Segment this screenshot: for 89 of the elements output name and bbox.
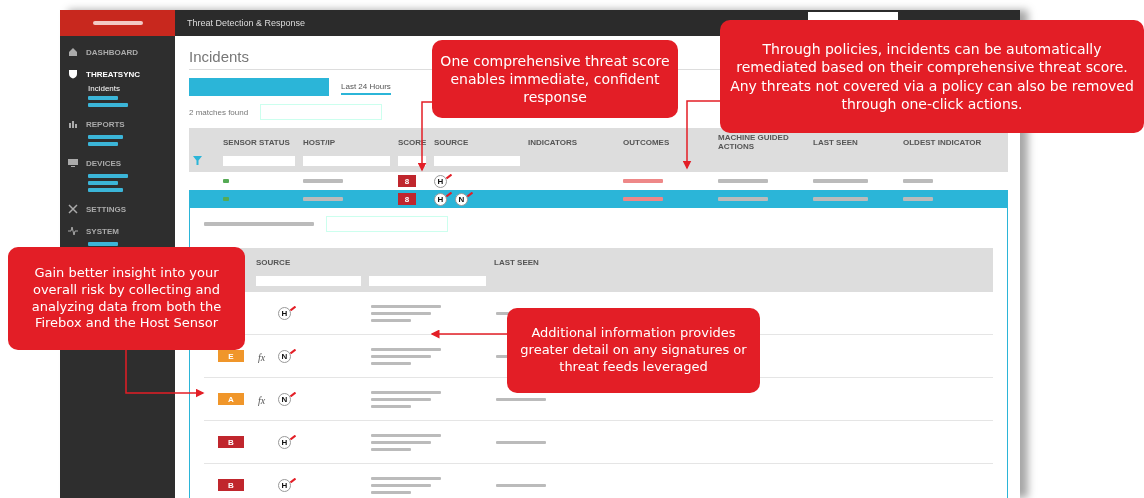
formula-icon: fx — [258, 395, 266, 406]
status-icon — [223, 197, 229, 201]
filter-dropdown[interactable] — [398, 156, 426, 166]
sidebar-item[interactable]: REPORTS — [60, 116, 175, 132]
callout: Gain better insight into your overall risk by collecting and analyzing data from both the Firebox and the Host Sensor — [8, 247, 245, 350]
sidebar-label: DASHBOARD — [86, 47, 138, 57]
shield-icon — [68, 69, 78, 79]
blurred-text — [496, 440, 546, 444]
blurred-text — [903, 179, 933, 183]
blurred-text — [371, 354, 431, 358]
blurred-text — [718, 197, 768, 201]
app-title: Threat Detection & Response — [187, 18, 307, 28]
column-header: SENSOR STATUS — [222, 137, 291, 147]
column-header: MACHINE GUIDED ACTIONS — [717, 133, 790, 151]
blurred-text — [371, 311, 431, 315]
blurred-text — [371, 361, 411, 365]
status-icon — [223, 179, 229, 183]
blurred-text — [371, 447, 411, 451]
column-header: INDICATORS — [527, 137, 579, 147]
blurred-text — [371, 490, 411, 494]
blurred-text — [88, 135, 123, 139]
pulse-icon — [68, 226, 78, 236]
primary-button[interactable] — [189, 78, 329, 96]
blurred-text — [88, 181, 118, 185]
time-tab[interactable]: Last 24 Hours — [341, 79, 391, 95]
sidebar-label: DEVICES — [86, 158, 122, 168]
sidebar-label: REPORTS — [86, 119, 125, 129]
blurred-text — [371, 347, 441, 351]
column-header: LAST SEEN — [812, 137, 859, 147]
sidebar-label: SETTINGS — [86, 204, 126, 214]
search-field[interactable] — [326, 216, 448, 232]
blurred-text — [88, 96, 118, 100]
blurred-text — [903, 197, 933, 201]
blurred-text — [371, 404, 411, 408]
blurred-text — [623, 179, 663, 183]
home-icon — [68, 47, 78, 57]
search-field[interactable] — [808, 12, 898, 20]
column-header: SOURCE — [255, 257, 292, 267]
callout: Through policies, incidents can be automatically remediated based on their comprehensive threat score. Any threats not covered via a policy can also be removed through one-click actions. — [720, 20, 1144, 133]
match-count: 2 matches found — [189, 107, 249, 117]
column-header: OLDEST INDICATOR — [902, 137, 983, 147]
blurred-text — [623, 197, 663, 201]
sidebar-label: THREATSYNC — [86, 69, 141, 79]
blurred-text — [496, 397, 546, 401]
sidebar-subitem[interactable]: Incidents — [88, 84, 175, 93]
score-badge: B — [218, 436, 244, 448]
blurred-text — [813, 179, 868, 183]
blurred-text — [371, 390, 441, 394]
table-row[interactable]: 8 H N — [189, 190, 1008, 208]
monitor-icon — [68, 158, 78, 168]
score-badge: 8 — [398, 175, 416, 187]
score-badge: 8 — [398, 193, 416, 205]
callout: Additional information provides greater detail on any signatures or threat feeds leveraged — [507, 308, 760, 393]
filter-icon — [193, 156, 202, 165]
sidebar-item[interactable]: THREATSYNC — [60, 66, 175, 82]
sidebar-label: SYSTEM — [86, 226, 119, 236]
blurred-text — [88, 142, 118, 146]
blurred-text — [371, 318, 411, 322]
formula-icon: fx — [258, 352, 266, 363]
column-header: LAST SEEN — [493, 257, 540, 267]
score-badge: B — [218, 479, 244, 491]
blurred-text — [88, 242, 118, 246]
blurred-text — [496, 483, 546, 487]
sidebar-item[interactable]: SETTINGS — [60, 201, 175, 217]
blurred-text — [371, 483, 431, 487]
blurred-text — [371, 304, 441, 308]
score-badge: E — [218, 350, 244, 362]
blurred-text — [718, 179, 768, 183]
score-badge: A — [218, 393, 244, 405]
column-header: OUTCOMES — [622, 137, 671, 147]
blurred-text — [371, 440, 431, 444]
tools-icon — [68, 204, 78, 214]
blurred-text — [88, 188, 123, 192]
blurred-text — [371, 433, 441, 437]
blurred-text — [371, 397, 431, 401]
callout: One comprehensive threat score enables immediate, confident response — [432, 40, 678, 118]
sidebar-item[interactable]: DEVICES — [60, 155, 175, 171]
blurred-text — [303, 197, 343, 201]
blurred-text — [88, 174, 128, 178]
sidebar-item[interactable]: SYSTEM — [60, 223, 175, 239]
blurred-text — [371, 476, 441, 480]
blurred-text — [813, 197, 868, 201]
search-field[interactable] — [260, 104, 383, 120]
sidebar-item[interactable]: DASHBOARD — [60, 44, 175, 60]
bar-chart-icon — [68, 119, 78, 129]
blurred-text — [88, 103, 128, 107]
blurred-text — [303, 179, 343, 183]
column-header: HOST/IP — [302, 137, 336, 147]
column-header: SOURCE — [433, 137, 470, 147]
